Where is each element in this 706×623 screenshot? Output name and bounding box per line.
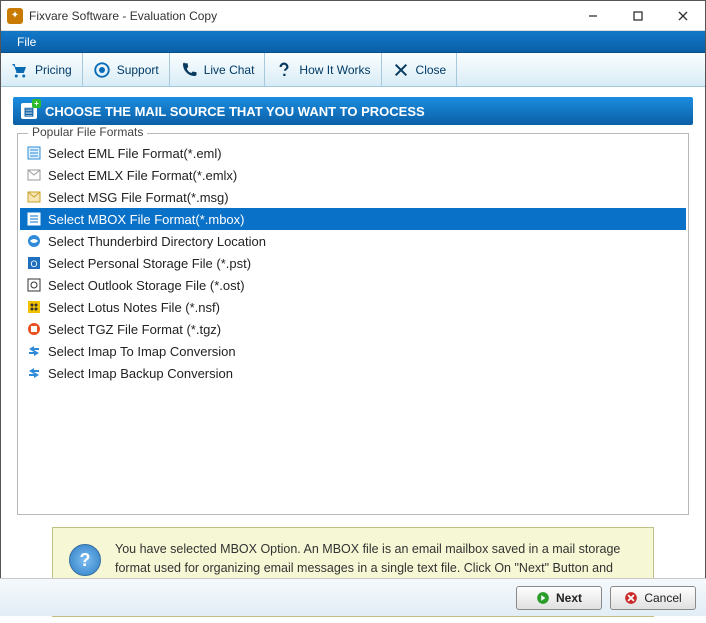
- imap-backup-icon: [26, 365, 42, 381]
- livechat-button[interactable]: Live Chat: [170, 53, 266, 86]
- section-header: ▤ CHOOSE THE MAIL SOURCE THAT YOU WANT T…: [13, 97, 693, 125]
- minimize-icon: [588, 11, 598, 21]
- list-item-label: Select MBOX File Format(*.mbox): [48, 212, 245, 227]
- menu-file[interactable]: File: [9, 33, 44, 51]
- imap-sync-icon: [26, 343, 42, 359]
- list-item-label: Select Imap To Imap Conversion: [48, 344, 236, 359]
- list-item[interactable]: Select EMLX File Format(*.emlx): [20, 164, 686, 186]
- close-label: Close: [416, 63, 447, 77]
- document-add-icon: ▤: [21, 103, 37, 119]
- list-item[interactable]: Select EML File Format(*.eml): [20, 142, 686, 164]
- pricing-label: Pricing: [35, 63, 72, 77]
- section-header-title: CHOOSE THE MAIL SOURCE THAT YOU WANT TO …: [45, 104, 425, 119]
- pst-file-icon: O: [26, 255, 42, 271]
- howitworks-label: How It Works: [299, 63, 370, 77]
- info-question-icon: ?: [69, 544, 101, 576]
- list-item-label: Select EML File Format(*.eml): [48, 146, 222, 161]
- next-arrow-icon: [536, 591, 550, 605]
- app-logo-icon: ✦: [7, 8, 23, 24]
- file-formats-group: Popular File Formats Select EML File For…: [17, 133, 689, 515]
- list-item[interactable]: Select MBOX File Format(*.mbox): [20, 208, 686, 230]
- support-button[interactable]: Support: [83, 53, 170, 86]
- msg-file-icon: [26, 189, 42, 205]
- cancel-label: Cancel: [644, 591, 681, 605]
- phone-icon: [180, 61, 198, 79]
- list-item[interactable]: Select Outlook Storage File (*.ost): [20, 274, 686, 296]
- list-item-label: Select Imap Backup Conversion: [48, 366, 233, 381]
- minimize-button[interactable]: [570, 1, 615, 31]
- svg-text:O: O: [30, 259, 37, 269]
- maximize-button[interactable]: [615, 1, 660, 31]
- toolbar: Pricing Support Live Chat How It Works C…: [1, 53, 705, 87]
- footer: Next Cancel: [0, 578, 706, 616]
- list-item[interactable]: Select Imap To Imap Conversion: [20, 340, 686, 362]
- list-item[interactable]: Select TGZ File Format (*.tgz): [20, 318, 686, 340]
- titlebar: ✦ Fixvare Software - Evaluation Copy: [1, 1, 705, 31]
- ost-file-icon: [26, 277, 42, 293]
- mbox-file-icon: [26, 211, 42, 227]
- close-x-icon: [392, 61, 410, 79]
- list-item[interactable]: Select MSG File Format(*.msg): [20, 186, 686, 208]
- list-item[interactable]: Select Thunderbird Directory Location: [20, 230, 686, 252]
- support-label: Support: [117, 63, 159, 77]
- list-item-label: Select Personal Storage File (*.pst): [48, 256, 251, 271]
- tgz-file-icon: [26, 321, 42, 337]
- list-item[interactable]: O Select Personal Storage File (*.pst): [20, 252, 686, 274]
- list-item-label: Select Outlook Storage File (*.ost): [48, 278, 245, 293]
- list-item-label: Select EMLX File Format(*.emlx): [48, 168, 237, 183]
- maximize-icon: [633, 11, 643, 21]
- thunderbird-icon: [26, 233, 42, 249]
- list-item-label: Select Lotus Notes File (*.nsf): [48, 300, 220, 315]
- cancel-stop-icon: [624, 591, 638, 605]
- nsf-file-icon: [26, 299, 42, 315]
- howitworks-button[interactable]: How It Works: [265, 53, 381, 86]
- list-item-label: Select Thunderbird Directory Location: [48, 234, 266, 249]
- support-icon: [93, 61, 111, 79]
- main-stage: ▤ CHOOSE THE MAIL SOURCE THAT YOU WANT T…: [1, 87, 705, 623]
- list-item-label: Select MSG File Format(*.msg): [48, 190, 229, 205]
- emlx-file-icon: [26, 167, 42, 183]
- next-button[interactable]: Next: [516, 586, 602, 610]
- cart-icon: [11, 61, 29, 79]
- close-icon: [678, 11, 688, 21]
- list-item[interactable]: Select Lotus Notes File (*.nsf): [20, 296, 686, 318]
- eml-file-icon: [26, 145, 42, 161]
- close-app-button[interactable]: Close: [382, 53, 458, 86]
- list-item[interactable]: Select Imap Backup Conversion: [20, 362, 686, 384]
- cancel-button[interactable]: Cancel: [610, 586, 696, 610]
- window-title: Fixvare Software - Evaluation Copy: [29, 9, 570, 23]
- livechat-label: Live Chat: [204, 63, 255, 77]
- list-item-label: Select TGZ File Format (*.tgz): [48, 322, 221, 337]
- next-label: Next: [556, 591, 582, 605]
- pricing-button[interactable]: Pricing: [1, 53, 83, 86]
- close-window-button[interactable]: [660, 1, 705, 31]
- group-legend: Popular File Formats: [28, 125, 147, 139]
- menubar: File: [1, 31, 705, 53]
- question-icon: [275, 61, 293, 79]
- format-list: Select EML File Format(*.eml) Select EML…: [20, 142, 686, 384]
